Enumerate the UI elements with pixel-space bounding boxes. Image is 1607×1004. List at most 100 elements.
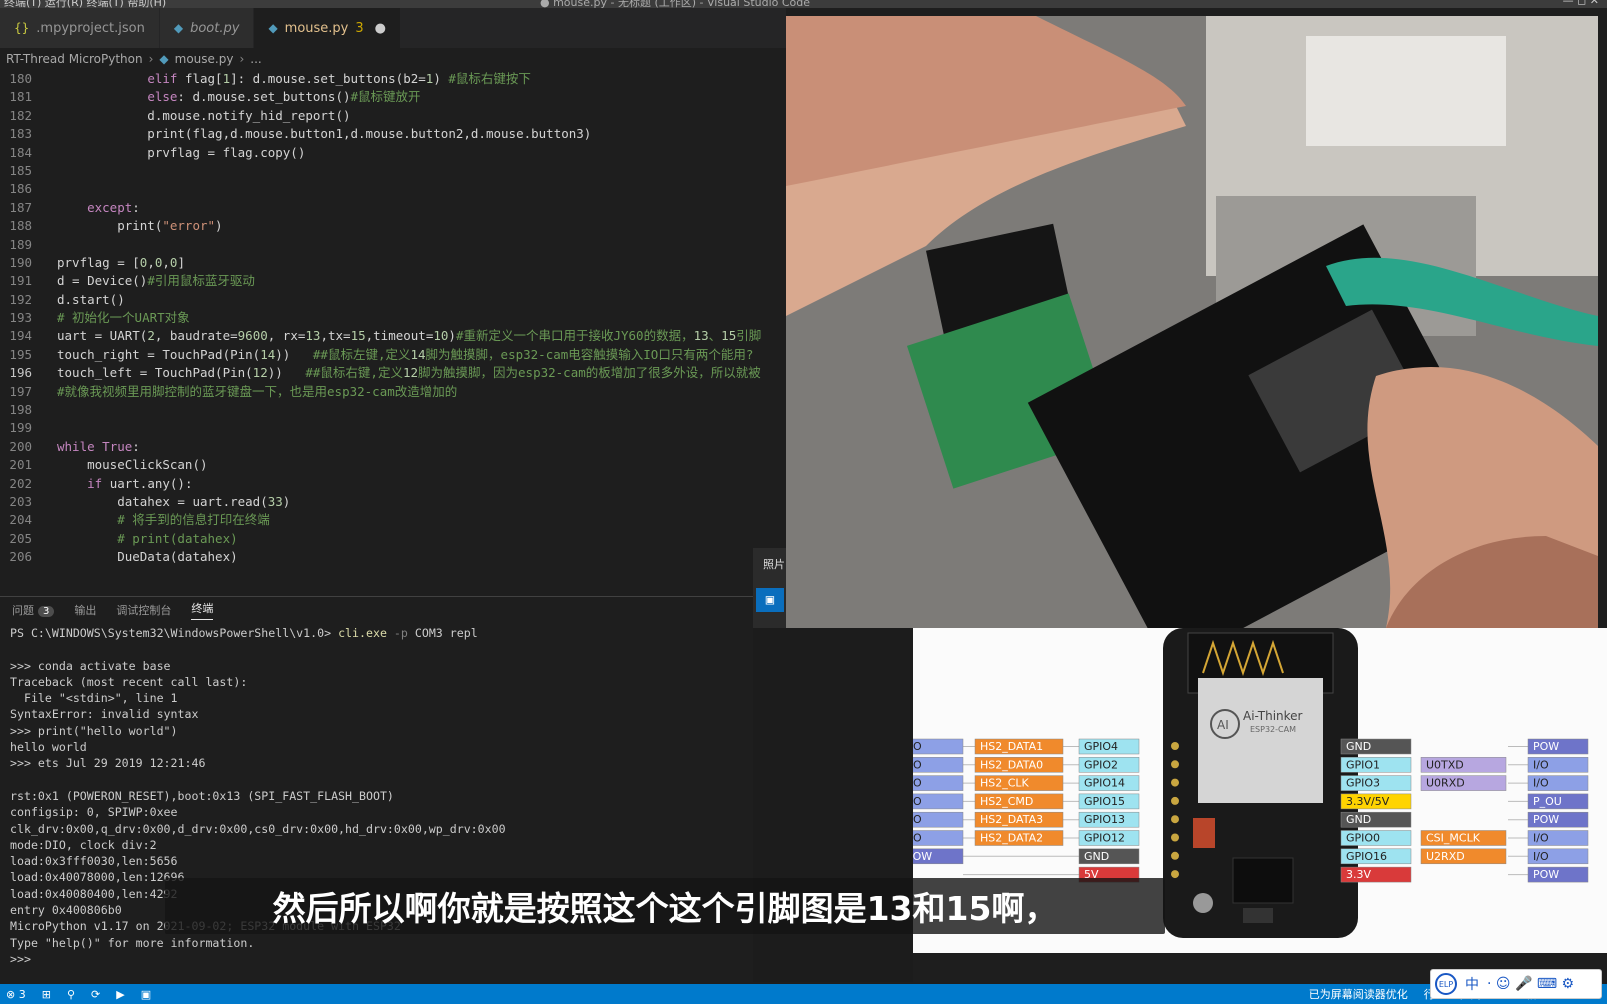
pin-right: GPIO0	[1340, 830, 1412, 846]
pin-left-func-text: HS2_DATA3	[980, 813, 1043, 826]
tab-mpyproject-json[interactable]: {} .mpyproject.json	[0, 8, 160, 48]
code-line[interactable]: 180 elif flag[1]: d.mouse.set_buttons(b2…	[0, 70, 786, 88]
line-number: 187	[9, 199, 32, 215]
line-number: 181	[9, 89, 32, 105]
code-line[interactable]: 199	[0, 419, 786, 437]
line-code: prvflag = [0,0,0]	[57, 254, 185, 270]
pin-left-func: HS2_CLK	[974, 775, 1064, 791]
code-line[interactable]: 186	[0, 180, 786, 198]
tab-debug-console[interactable]: 调试控制台	[116, 602, 171, 618]
ime-logo-icon[interactable]: ELP	[1435, 973, 1457, 995]
status-left-item[interactable]: ⊗ 3	[6, 988, 26, 1001]
pin-left-io-text: I/O	[913, 832, 922, 845]
status-left-item[interactable]: ▣	[141, 988, 151, 1001]
photos-label: 照片	[763, 558, 785, 571]
code-line[interactable]: 184 prvflag = flag.copy()	[0, 144, 786, 162]
status-left-item[interactable]: ▶	[116, 988, 124, 1001]
ime-tool-icons[interactable]: · ☺ 🎤 ⌨ ⚙	[1487, 976, 1574, 992]
breadcrumb-tail[interactable]: ...	[250, 52, 261, 66]
window-controls[interactable]: — ◻ ✕	[1563, 0, 1599, 7]
pin-right-io-text: POW	[1533, 740, 1559, 753]
line-code: while True:	[57, 438, 140, 454]
model-label: ESP32-CAM	[1250, 725, 1296, 734]
code-line[interactable]: 196 touch_left = TouchPad(Pin(12)) ##鼠标右键…	[0, 364, 786, 382]
pin-right-io-text: P_OU	[1533, 795, 1562, 808]
line-number: 201	[9, 457, 32, 473]
terminal-prompt-line: PS C:\WINDOWS\System32\WindowsPowerShell…	[10, 626, 478, 640]
problem-count-badge: 3	[355, 20, 364, 36]
line-code: except:	[87, 199, 140, 215]
tab-output[interactable]: 输出	[74, 602, 96, 618]
pin-left-gpio-text: GPIO2	[1084, 758, 1118, 771]
pin-left-gpio: GND	[1078, 848, 1140, 865]
code-editor[interactable]: 180 elif flag[1]: d.mouse.set_buttons(b2…	[0, 70, 786, 575]
code-line[interactable]: 198	[0, 401, 786, 419]
line-number: 197	[9, 383, 32, 399]
pin-left-io-text: I/O	[913, 740, 922, 753]
python-file-icon: ◆	[173, 21, 184, 35]
title-bar: 终端(T) 运行(R) 终端(T) 帮助(H) ● mouse.py - 无标题…	[0, 0, 1607, 8]
code-line[interactable]: 197 #就像我视频里用脚控制的蓝牙键盘一下，也是用esp32-cam改造增加的	[0, 383, 786, 401]
code-line[interactable]: 189	[0, 236, 786, 254]
line-number: 206	[9, 549, 32, 565]
status-left-item[interactable]: ⟳	[91, 988, 100, 1001]
status-bar-left: ⊗ 3 ⊞ ⚲ ⟳ ▶ ▣	[0, 988, 151, 1001]
unsaved-dot-icon[interactable]: ●	[375, 21, 386, 36]
code-line[interactable]: 195 touch_right = TouchPad(Pin(14)) ##鼠标左…	[0, 346, 786, 364]
pin-right: GPIO16	[1340, 848, 1412, 865]
pin-left-gpio-text: GPIO12	[1084, 832, 1125, 845]
code-line[interactable]: 190 prvflag = [0,0,0]	[0, 254, 786, 272]
status-left-item[interactable]: ⚲	[67, 988, 75, 1001]
pin-left-gpio-text: GPIO15	[1084, 795, 1125, 808]
code-line[interactable]: 181 else: d.mouse.set_buttons()#鼠标键放开	[0, 88, 786, 106]
pin-right-text: GND	[1346, 813, 1371, 826]
pin-left-io-text: I/O	[913, 758, 922, 771]
tab-terminal[interactable]: 终端	[191, 600, 214, 620]
image-icon[interactable]: ▣	[756, 588, 784, 612]
tab-mouse-py[interactable]: ◆ mouse.py 3 ●	[254, 8, 402, 48]
code-line[interactable]: 187 except:	[0, 199, 786, 217]
pin-left-gpio-text: GPIO14	[1084, 777, 1125, 790]
code-line[interactable]: 203 datahex = uart.read(33)	[0, 493, 786, 511]
line-code: touch_right = TouchPad(Pin(14)) ##鼠标左键,定…	[57, 346, 754, 362]
pin-right-io: I/O	[1527, 830, 1589, 846]
ime-toolbar[interactable]: ELP 中 · ☺ 🎤 ⌨ ⚙	[1430, 969, 1602, 999]
code-line[interactable]: 202 if uart.any():	[0, 475, 786, 493]
ime-language-toggle[interactable]: 中	[1465, 974, 1479, 994]
line-code: # 初始化一个UART对象	[57, 310, 190, 326]
tab-problems[interactable]: 问题 3	[12, 602, 55, 618]
tab-boot-py[interactable]: ◆ boot.py	[159, 8, 255, 48]
code-line[interactable]: 183 print(flag,d.mouse.button1,d.mouse.b…	[0, 125, 786, 143]
code-line[interactable]: 191 d = Device()#引用鼠标蓝牙驱动	[0, 272, 786, 290]
video-subtitle: 然后所以啊你就是按照这个这个引脚图是13和15啊，	[165, 878, 1165, 934]
editor-tabs: {} .mpyproject.json ◆ boot.py ◆ mouse.py…	[0, 8, 786, 48]
code-line[interactable]: 206 DueData(datahex)	[0, 548, 786, 566]
breadcrumb-file[interactable]: mouse.py	[175, 52, 234, 66]
code-line[interactable]: 201 mouseClickScan()	[0, 456, 786, 474]
code-line[interactable]: 194 uart = UART(2, baudrate=9600, rx=13,t…	[0, 327, 786, 345]
code-line[interactable]: 205 # print(datahex)	[0, 530, 786, 548]
code-line[interactable]: 200 while True:	[0, 438, 786, 456]
code-line[interactable]: 185	[0, 162, 786, 180]
code-line[interactable]: 193 # 初始化一个UART对象	[0, 309, 786, 327]
python-file-icon: ◆	[159, 52, 169, 66]
code-line[interactable]: 192 d.start()	[0, 291, 786, 309]
terminal-line: File "<stdin>", line 1	[10, 691, 178, 706]
breadcrumb-root[interactable]: RT-Thread MicroPython	[6, 52, 143, 66]
brand-label: Ai-Thinker	[1243, 709, 1303, 723]
pin-right: 3.3V	[1340, 866, 1412, 883]
pin-left-func-text: HS2_DATA1	[980, 740, 1043, 753]
pin-left-io-text: I/O	[913, 777, 922, 790]
photos-app-side-button[interactable]: 照片 ▣	[753, 548, 786, 628]
code-line[interactable]: 204 # 将手到的信息打印在终端	[0, 511, 786, 529]
pin-left-io-text: I/O	[913, 813, 922, 826]
pin-right-io: P_OU	[1527, 793, 1589, 810]
status-right-item[interactable]: 已为屏幕阅读器优化	[1309, 986, 1408, 1002]
pin-right: 3.3V/5V	[1340, 793, 1412, 810]
code-line[interactable]: 182 d.mouse.notify_hid_report()	[0, 107, 786, 125]
status-bar: ⊗ 3⊞⚲⟳▶▣ 已为屏幕阅读器优化行 196，列 50空格: 4UTF-8	[0, 984, 1607, 1004]
status-left-item[interactable]: ⊞	[42, 988, 51, 1001]
code-line[interactable]: 188 print("error")	[0, 217, 786, 235]
terminal-line: mode:DIO, clock div:2	[10, 837, 157, 852]
menu-bar[interactable]: 终端(T) 运行(R) 终端(T) 帮助(H)	[4, 0, 166, 8]
